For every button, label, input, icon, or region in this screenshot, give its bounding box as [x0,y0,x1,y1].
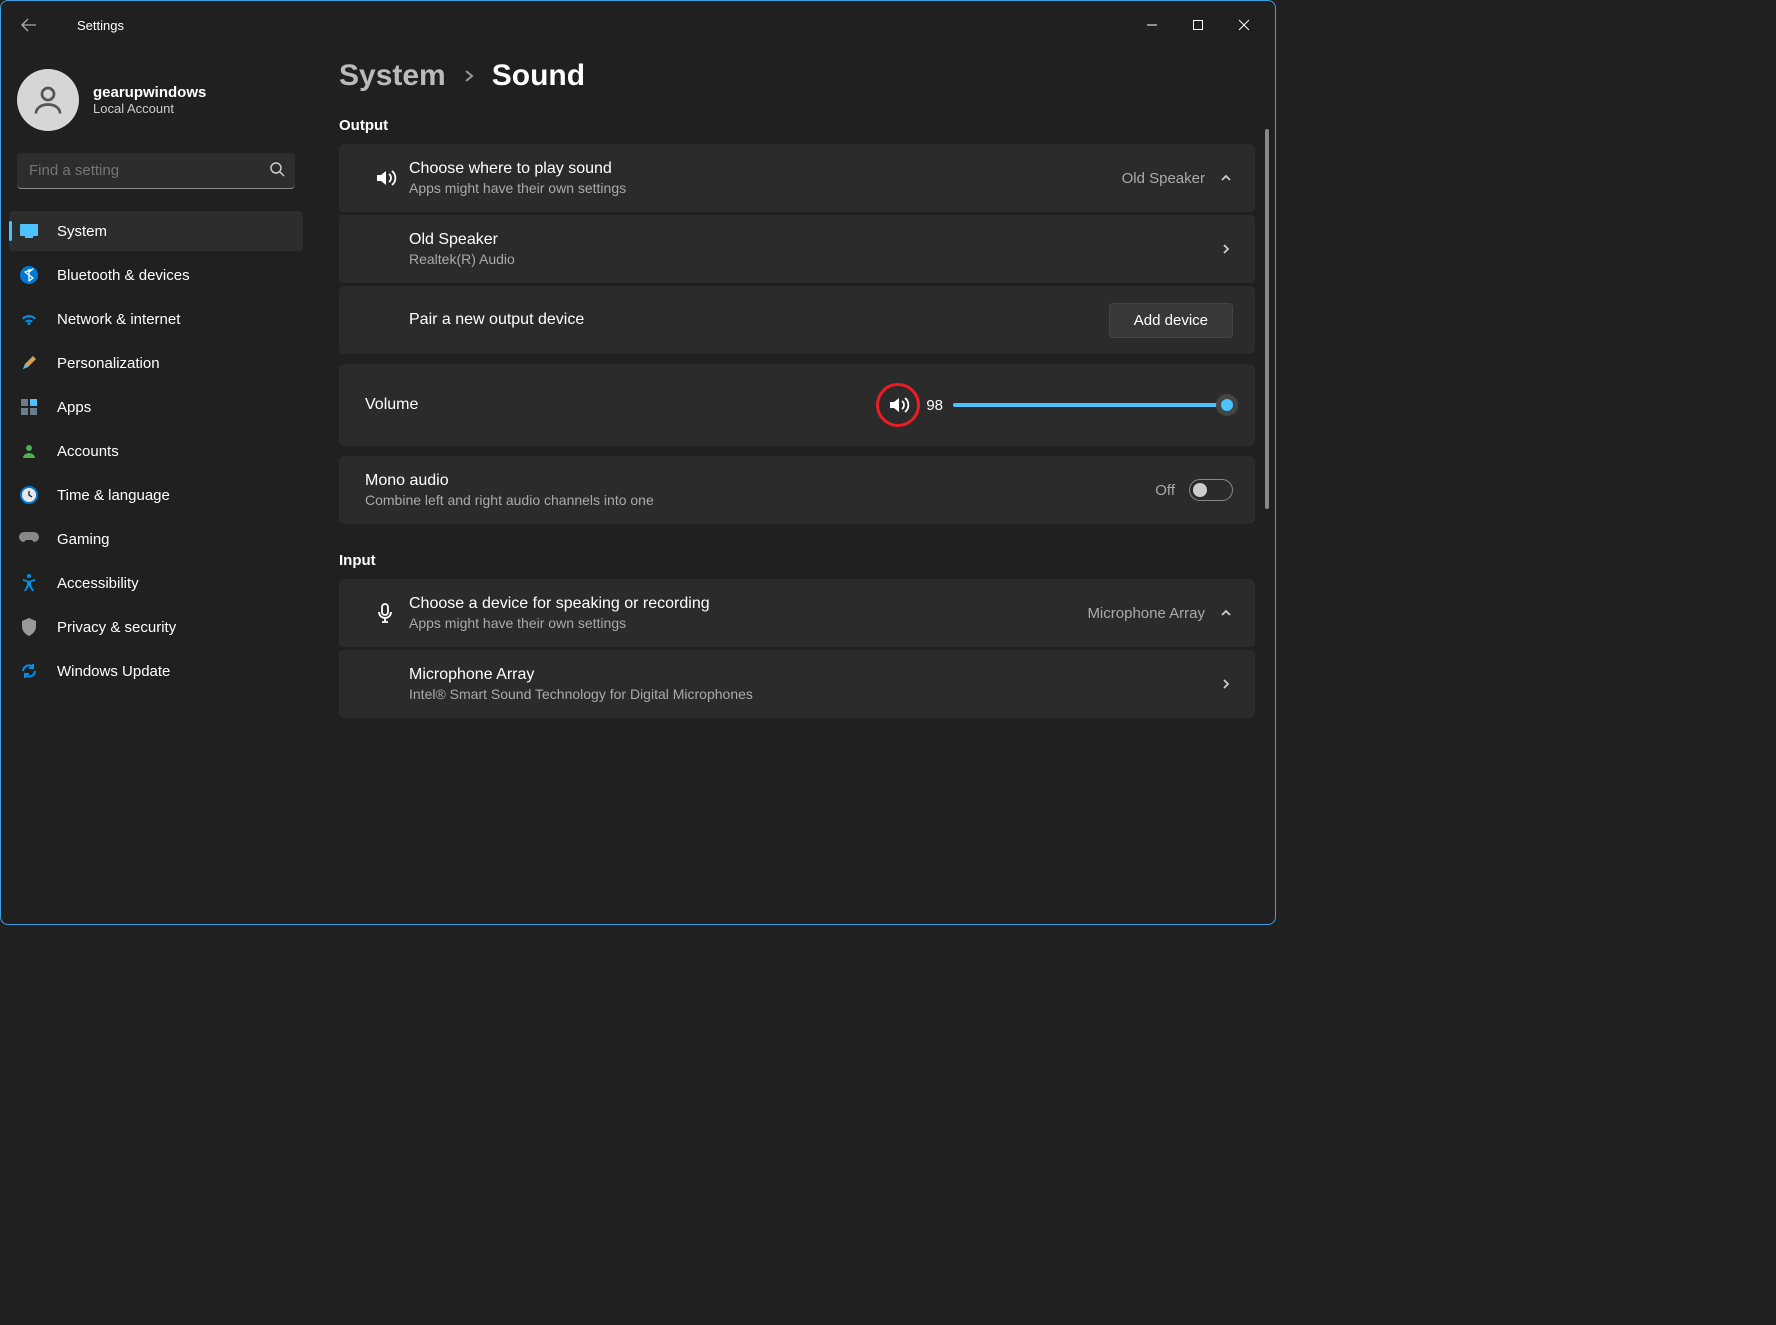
breadcrumb: System Sound [339,59,1255,93]
nav-label: Accessibility [57,575,139,592]
chevron-up-icon [1219,606,1233,620]
card-sub: Apps might have their own settings [409,180,1122,196]
apps-icon [19,399,39,415]
nav-gaming[interactable]: Gaming [9,519,303,559]
nav-update[interactable]: Windows Update [9,651,303,691]
accessibility-icon [19,574,39,592]
shield-icon [19,618,39,636]
output-choose-card[interactable]: Choose where to play sound Apps might ha… [339,144,1255,212]
chevron-right-icon [462,69,476,83]
bluetooth-icon [19,266,39,284]
nav-label: System [57,223,107,240]
nav-personalization[interactable]: Personalization [9,343,303,383]
card-title: Old Speaker [409,231,1219,249]
nav-label: Windows Update [57,663,170,680]
mono-audio-toggle[interactable] [1189,479,1233,501]
toggle-state: Off [1155,482,1175,499]
gaming-icon [19,532,39,546]
microphone-icon [361,601,409,625]
nav-accessibility[interactable]: Accessibility [9,563,303,603]
nav-label: Apps [57,399,91,416]
window-controls [1129,9,1267,41]
card-sub: Combine left and right audio channels in… [365,492,1155,508]
input-selected-value: Microphone Array [1087,605,1205,622]
wifi-icon [19,312,39,326]
volume-icon-button[interactable] [876,383,920,427]
minimize-button[interactable] [1129,9,1175,41]
nav-bluetooth[interactable]: Bluetooth & devices [9,255,303,295]
breadcrumb-parent[interactable]: System [339,59,446,93]
speaker-icon [361,166,409,190]
chevron-right-icon [1219,242,1233,256]
card-sub: Apps might have their own settings [409,615,1087,631]
system-icon [19,224,39,238]
nav-label: Bluetooth & devices [57,267,190,284]
output-device-card[interactable]: Old Speaker Realtek(R) Audio [339,215,1255,283]
mono-audio-card: Mono audio Combine left and right audio … [339,456,1255,524]
volume-card: Volume 98 [339,364,1255,446]
nav-network[interactable]: Network & internet [9,299,303,339]
clock-icon [19,486,39,504]
nav-time[interactable]: Time & language [9,475,303,515]
close-button[interactable] [1221,9,1267,41]
breadcrumb-current: Sound [492,59,585,93]
output-selected-value: Old Speaker [1122,170,1205,187]
back-button[interactable] [13,9,45,41]
volume-label: Volume [365,396,418,414]
app-title: Settings [77,18,124,33]
volume-value: 98 [926,397,943,414]
nav-accounts[interactable]: Accounts [9,431,303,471]
maximize-button[interactable] [1175,9,1221,41]
volume-slider[interactable] [953,395,1233,415]
card-sub: Realtek(R) Audio [409,251,1219,267]
input-choose-card[interactable]: Choose a device for speaking or recordin… [339,579,1255,647]
card-title: Microphone Array [409,666,1219,684]
chevron-right-icon [1219,677,1233,691]
profile-name: gearupwindows [93,84,206,101]
profile-sub: Local Account [93,101,206,116]
profile-block[interactable]: gearupwindows Local Account [9,61,303,149]
card-title: Choose a device for speaking or recordin… [409,595,1087,613]
nav-system[interactable]: System [9,211,303,251]
card-sub: Intel® Smart Sound Technology for Digita… [409,686,1219,702]
titlebar: Settings [1,1,1275,49]
nav-privacy[interactable]: Privacy & security [9,607,303,647]
brush-icon [19,354,39,372]
avatar [17,69,79,131]
section-output-label: Output [339,117,1255,134]
nav-label: Privacy & security [57,619,176,636]
update-icon [19,662,39,680]
add-device-button[interactable]: Add device [1109,303,1233,338]
scrollbar[interactable] [1265,129,1269,509]
pair-device-card: Pair a new output device Add device [339,286,1255,354]
nav-label: Gaming [57,531,110,548]
chevron-up-icon [1219,171,1233,185]
account-icon [19,443,39,459]
nav-label: Personalization [57,355,160,372]
search-input[interactable] [17,153,295,189]
nav-label: Time & language [57,487,170,504]
card-title: Mono audio [365,472,1155,490]
content-area: System Sound Output Choose where to play… [311,49,1275,924]
card-title: Choose where to play sound [409,160,1122,178]
section-input-label: Input [339,552,1255,569]
nav-apps[interactable]: Apps [9,387,303,427]
nav-label: Accounts [57,443,119,460]
input-device-card[interactable]: Microphone Array Intel® Smart Sound Tech… [339,650,1255,718]
nav-label: Network & internet [57,311,180,328]
highlight-circle [876,383,920,427]
search-icon [269,161,285,177]
card-title: Pair a new output device [409,311,1109,329]
sidebar: gearupwindows Local Account System Bluet… [1,49,311,924]
